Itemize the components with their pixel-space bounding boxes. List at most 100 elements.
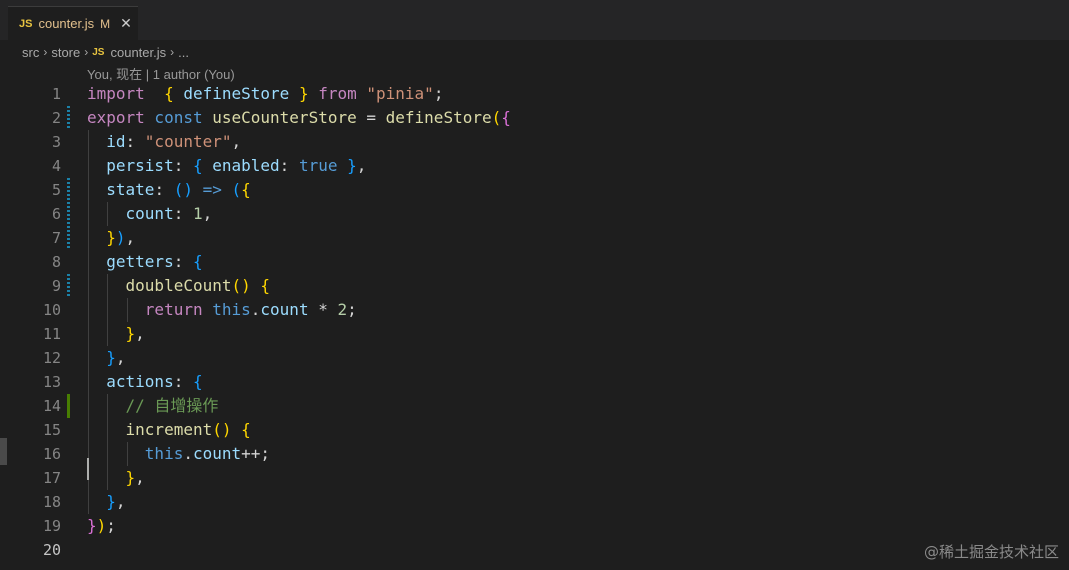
code-token: : — [173, 156, 193, 175]
git-modified-marker[interactable] — [67, 178, 70, 202]
git-modified-marker[interactable] — [67, 226, 70, 250]
git-modified-marker[interactable] — [67, 274, 70, 298]
tab-bar: JS counter.js M ✕ — [0, 0, 1069, 40]
indent-guide — [126, 298, 128, 322]
code-token: , — [356, 156, 367, 175]
code-text: }); — [87, 514, 116, 538]
code-token: } — [125, 468, 136, 487]
git-added-marker[interactable] — [67, 394, 70, 418]
git-modified-marker[interactable] — [67, 202, 70, 226]
code-token: return — [144, 300, 203, 319]
breadcrumb-item-src[interactable]: src — [22, 45, 39, 60]
code-token: ) — [96, 516, 107, 535]
code-line[interactable]: 14 // 自增操作 — [0, 394, 1069, 418]
breadcrumb-item-file[interactable]: counter.js — [110, 45, 166, 60]
breadcrumb: src › store › JS counter.js › ... — [22, 42, 189, 62]
code-line[interactable]: 5 state: () => ({ — [0, 178, 1069, 202]
code-line[interactable]: 16 this.count++; — [0, 442, 1069, 466]
code-text: doubleCount() { — [87, 274, 271, 298]
line-number: 9 — [51, 277, 61, 295]
code-text: id: "counter", — [87, 130, 241, 154]
code-text: count: 1, — [87, 202, 213, 226]
code-token: "pinia" — [366, 84, 434, 103]
code-token: 2 — [337, 300, 348, 319]
code-token: { — [192, 252, 203, 271]
code-token: : — [125, 132, 145, 151]
code-text: }, — [87, 346, 125, 370]
code-line[interactable]: 6 count: 1, — [0, 202, 1069, 226]
git-modified-marker[interactable] — [67, 106, 70, 130]
code-token: increment — [125, 420, 213, 439]
code-token: count — [192, 444, 242, 463]
code-line[interactable]: 11 }, — [0, 322, 1069, 346]
code-line[interactable]: 12 }, — [0, 346, 1069, 370]
code-token: ) — [115, 228, 126, 247]
line-number: 7 — [51, 229, 61, 247]
code-line[interactable]: 20 — [0, 538, 1069, 562]
indent-guide — [107, 202, 109, 226]
code-text: }, — [87, 490, 125, 514]
code-line[interactable]: 3 id: "counter", — [0, 130, 1069, 154]
code-token: ; — [106, 516, 116, 535]
code-token: export — [87, 108, 145, 127]
code-token: : — [173, 372, 193, 391]
code-line[interactable]: 13 actions: { — [0, 370, 1069, 394]
code-token: actions — [106, 372, 174, 391]
code-token: defineStore — [173, 84, 299, 103]
code-line[interactable]: 8 getters: { — [0, 250, 1069, 274]
tab-filename: counter.js — [38, 16, 95, 31]
codelens-blame[interactable]: You, 现在 | 1 author (You) — [87, 64, 235, 83]
code-token: : — [279, 156, 299, 175]
code-token: } — [106, 348, 116, 367]
code-token: = — [356, 108, 386, 127]
code-line[interactable]: 10 return this.count * 2; — [0, 298, 1069, 322]
code-line[interactable]: 1 import { defineStore } from "pinia"; — [0, 82, 1069, 106]
close-icon[interactable]: ✕ — [120, 15, 132, 32]
code-line[interactable]: 9 doubleCount() { — [0, 274, 1069, 298]
javascript-file-icon: JS — [19, 17, 33, 30]
line-number: 12 — [42, 349, 61, 367]
code-token: * — [308, 300, 338, 319]
code-text: persist: { enabled: true }, — [87, 154, 366, 178]
code-token: { — [192, 156, 203, 175]
code-line[interactable]: 2 export const useCounterStore = defineSt… — [0, 106, 1069, 130]
tab-counter-js[interactable]: JS counter.js M ✕ — [8, 6, 138, 40]
code-token: const — [144, 108, 213, 127]
code-token: , — [135, 468, 145, 487]
line-number: 13 — [42, 373, 61, 391]
watermark: @稀土掘金技术社区 — [923, 543, 1059, 561]
line-number: 14 — [42, 397, 61, 415]
code-token: count — [125, 204, 174, 223]
breadcrumb-item-more[interactable]: ... — [178, 45, 189, 60]
line-number: 1 — [51, 85, 61, 103]
code-line[interactable]: 15 increment() { — [0, 418, 1069, 442]
code-token: true — [298, 156, 338, 175]
line-number: 17 — [42, 469, 61, 487]
code-token: useCounterStore — [212, 108, 357, 127]
code-token: defineStore — [385, 108, 492, 127]
code-token: { — [250, 276, 271, 295]
code-line[interactable]: 7 }), — [0, 226, 1069, 250]
code-text: actions: { — [87, 370, 202, 394]
code-token: } — [106, 228, 116, 247]
code-token: 1 — [192, 204, 203, 223]
breadcrumb-item-store[interactable]: store — [51, 45, 80, 60]
code-token: { — [241, 180, 251, 199]
code-text: export const useCounterStore = defineSto… — [87, 106, 511, 130]
code-token: { — [164, 84, 174, 103]
line-number: 2 — [51, 109, 61, 127]
code-token: ; — [347, 300, 357, 319]
code-line[interactable]: 19}); — [0, 514, 1069, 538]
code-line[interactable]: 18 }, — [0, 490, 1069, 514]
code-token: () — [212, 420, 232, 439]
code-line[interactable]: 17 }, — [0, 466, 1069, 490]
code-token: "counter" — [144, 132, 232, 151]
code-line[interactable]: 4 persist: { enabled: true }, — [0, 154, 1069, 178]
